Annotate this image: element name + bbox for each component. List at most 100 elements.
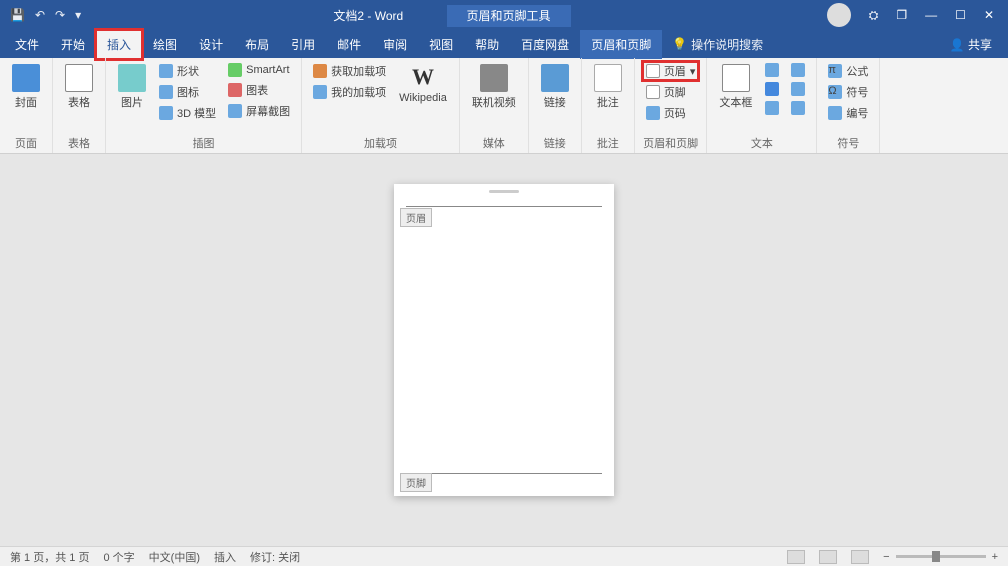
header-button[interactable]: 页眉 ▾ (643, 62, 699, 80)
symbol-button[interactable]: Ω符号 (825, 83, 871, 101)
group-links: 链接 链接 (529, 58, 582, 153)
tab-header-footer[interactable]: 页眉和页脚 (580, 30, 662, 59)
save-icon[interactable]: 💾 (10, 8, 25, 22)
group-symbols: π公式 Ω符号 编号 符号 (817, 58, 880, 153)
icons-icon (159, 85, 173, 99)
screenshot-icon (228, 104, 242, 118)
tab-view[interactable]: 视图 (418, 30, 464, 59)
shapes-button[interactable]: 形状 (156, 62, 219, 80)
chart-icon (228, 83, 242, 97)
quickparts-icon (765, 63, 779, 77)
header-boundary (406, 206, 602, 207)
tab-insert[interactable]: 插入 (96, 30, 142, 59)
comment-button[interactable]: 批注 (590, 62, 626, 112)
tab-mailings[interactable]: 邮件 (326, 30, 372, 59)
models-button[interactable]: 3D 模型 (156, 104, 219, 122)
tab-references[interactable]: 引用 (280, 30, 326, 59)
wordart-button[interactable] (762, 81, 782, 97)
tab-help[interactable]: 帮助 (464, 30, 510, 59)
dropcap-button[interactable] (762, 100, 782, 116)
smartart-button[interactable]: SmartArt (225, 62, 293, 78)
status-page[interactable]: 第 1 页，共 1 页 (10, 549, 89, 565)
zoom-in-button[interactable]: + (992, 551, 998, 563)
status-lang[interactable]: 中文(中国) (149, 549, 200, 565)
tab-design[interactable]: 设计 (188, 30, 234, 59)
zoom-thumb[interactable] (932, 551, 940, 562)
zoom-slider[interactable] (896, 555, 986, 558)
page-grip (489, 190, 519, 193)
context-tool-title: 页眉和页脚工具 (447, 5, 571, 27)
group-tables-label: 表格 (61, 133, 97, 151)
view-print-button[interactable] (819, 550, 837, 564)
chart-button[interactable]: 图表 (225, 81, 293, 99)
share-button[interactable]: 👤 共享 (938, 36, 1004, 53)
document-page[interactable]: 页眉 页脚 (394, 184, 614, 496)
header-tag: 页眉 (400, 208, 432, 227)
object-button[interactable] (788, 100, 808, 116)
signature-button[interactable] (788, 62, 808, 78)
group-addins-label: 加载项 (310, 133, 451, 151)
redo-icon[interactable]: ↷ (55, 8, 65, 22)
page-number-button[interactable]: 页码 (643, 104, 699, 122)
group-text: 文本框 文本 (707, 58, 817, 153)
quick-parts-button[interactable] (762, 62, 782, 78)
link-button[interactable]: 链接 (537, 62, 573, 112)
minimize-icon[interactable]: — (925, 8, 937, 22)
table-button[interactable]: 表格 (61, 62, 97, 112)
get-addins-button[interactable]: 获取加载项 (310, 62, 389, 80)
online-video-button[interactable]: 联机视频 (468, 62, 520, 112)
pictures-button[interactable]: 图片 (114, 62, 150, 112)
tab-home[interactable]: 开始 (50, 30, 96, 59)
share-icon: 👤 (950, 38, 965, 52)
document-workspace[interactable]: 页眉 页脚 (0, 154, 1008, 546)
3d-icon (159, 106, 173, 120)
equation-button[interactable]: π公式 (825, 62, 871, 80)
status-insert[interactable]: 插入 (214, 549, 236, 565)
ribbon-options-icon[interactable]: ⛭ (869, 8, 879, 23)
date-button[interactable] (788, 81, 808, 97)
tell-me-search[interactable]: 💡 操作说明搜索 (662, 36, 773, 53)
store-icon (313, 64, 327, 78)
sig-icon (791, 63, 805, 77)
group-links-label: 链接 (537, 133, 573, 151)
smartart-icon (228, 63, 242, 77)
footer-tag: 页脚 (400, 473, 432, 492)
wikipedia-button[interactable]: WWikipedia (395, 62, 451, 106)
cover-page-button[interactable]: 封面 (8, 62, 44, 112)
my-addins-button[interactable]: 我的加载项 (310, 83, 389, 101)
group-hf-label: 页眉和页脚 (643, 133, 699, 151)
tab-baidu[interactable]: 百度网盘 (510, 30, 580, 59)
number-button[interactable]: 编号 (825, 104, 871, 122)
status-track[interactable]: 修订: 关闭 (250, 549, 300, 565)
screenshot-button[interactable]: 屏幕截图 (225, 102, 293, 120)
user-avatar[interactable] (827, 3, 851, 27)
icons-button[interactable]: 图标 (156, 83, 219, 101)
close-icon[interactable]: ✕ (984, 8, 994, 22)
restore-icon[interactable]: ❐ (896, 8, 907, 22)
tab-draw[interactable]: 绘图 (142, 30, 188, 59)
view-read-button[interactable] (787, 550, 805, 564)
header-icon (646, 64, 660, 78)
dropcap-icon (765, 101, 779, 115)
group-header-footer: 页眉 ▾ 页脚 页码 页眉和页脚 (635, 58, 708, 153)
shapes-icon (159, 64, 173, 78)
tab-file[interactable]: 文件 (4, 30, 50, 59)
footer-button[interactable]: 页脚 (643, 83, 699, 101)
lightbulb-icon: 💡 (672, 37, 687, 51)
status-words[interactable]: 0 个字 (103, 549, 134, 565)
obj-icon (791, 101, 805, 115)
tell-me-label: 操作说明搜索 (691, 36, 763, 53)
equation-icon: π (828, 64, 842, 78)
tab-review[interactable]: 审阅 (372, 30, 418, 59)
maximize-icon[interactable]: ☐ (955, 8, 966, 22)
zoom-out-button[interactable]: − (883, 551, 889, 563)
group-illus-label: 插图 (114, 133, 293, 151)
qat-more-icon[interactable]: ▾ (75, 8, 81, 22)
tab-layout[interactable]: 布局 (234, 30, 280, 59)
symbol-icon: Ω (828, 85, 842, 99)
textbox-button[interactable]: 文本框 (715, 62, 756, 112)
group-pages-label: 页面 (8, 133, 44, 151)
comment-icon (594, 64, 622, 92)
view-web-button[interactable] (851, 550, 869, 564)
undo-icon[interactable]: ↶ (35, 8, 45, 22)
